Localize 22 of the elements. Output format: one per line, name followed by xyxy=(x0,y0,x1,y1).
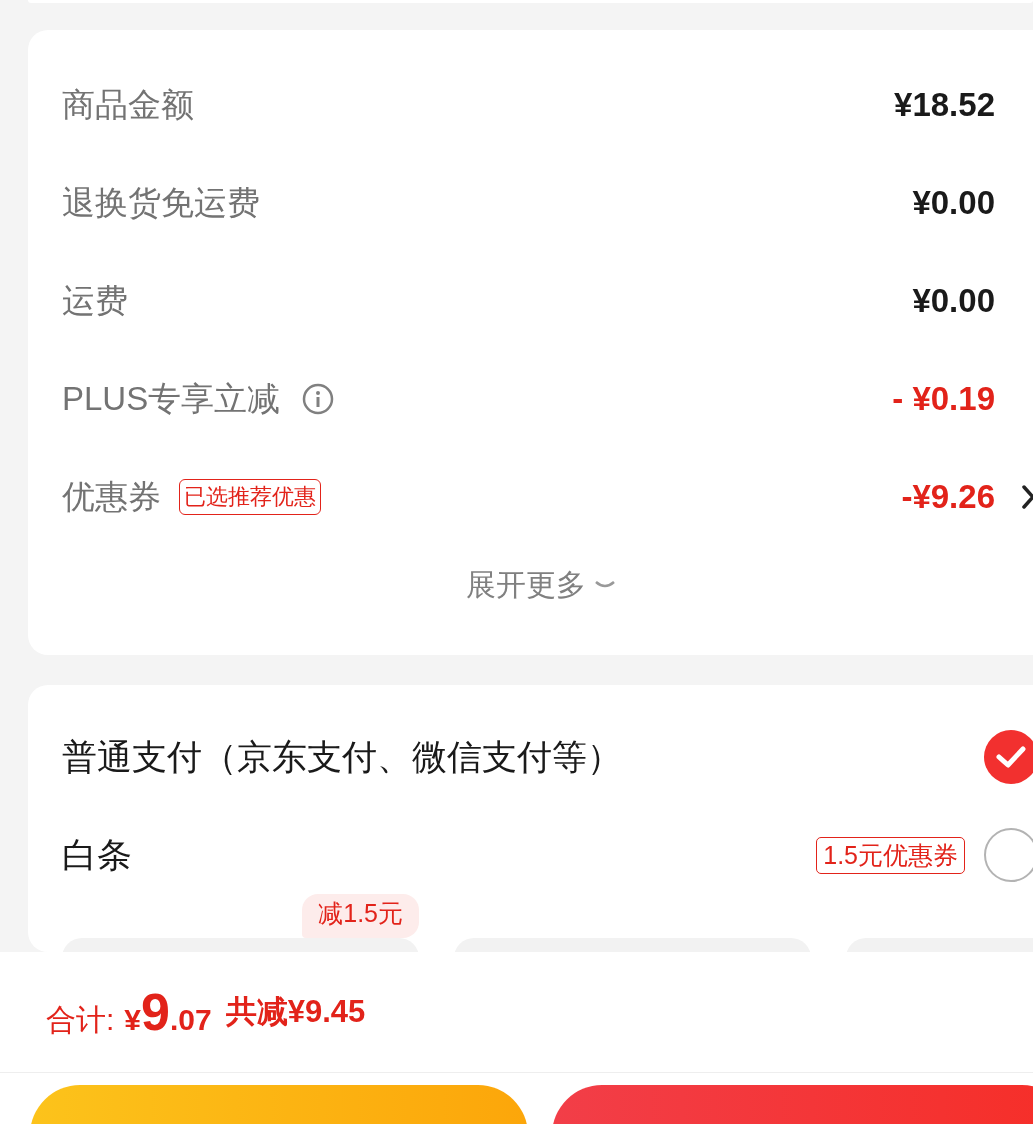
payment-option-label: 白条 xyxy=(62,833,132,876)
fee-label: 运费 xyxy=(62,280,128,321)
radio-button[interactable] xyxy=(983,729,1033,785)
payment-option-label: 普通支付（京东支付、微信支付等） xyxy=(62,735,622,778)
fee-amount: ¥0.00 xyxy=(912,282,995,320)
fee-label: 商品金额 xyxy=(62,84,194,125)
total-price: 合计: ¥9.07 xyxy=(46,982,212,1042)
info-icon[interactable] xyxy=(302,383,335,415)
expand-more-button[interactable]: 展开更多 xyxy=(465,564,616,606)
fee-amount: ¥18.52 xyxy=(894,86,995,124)
radio-button[interactable] xyxy=(983,827,1033,883)
fee-label: 优惠券 xyxy=(62,476,161,517)
fee-amount: -¥9.26 xyxy=(901,478,995,516)
fee-amount: ¥0.00 xyxy=(912,184,995,222)
fee-amount: - ¥0.19 xyxy=(892,380,995,418)
discount-badge: 减1.5元 xyxy=(302,894,419,938)
chevron-right-icon[interactable] xyxy=(1021,484,1033,510)
coupon-tag: 已选推荐优惠 xyxy=(179,479,321,515)
fee-label: PLUS专享立减 xyxy=(62,378,281,419)
total-saving: 共减¥9.45 xyxy=(225,993,366,1031)
fee-label: 退换货免运费 xyxy=(62,182,260,223)
coupon-badge: 1.5元优惠券 xyxy=(816,836,965,874)
